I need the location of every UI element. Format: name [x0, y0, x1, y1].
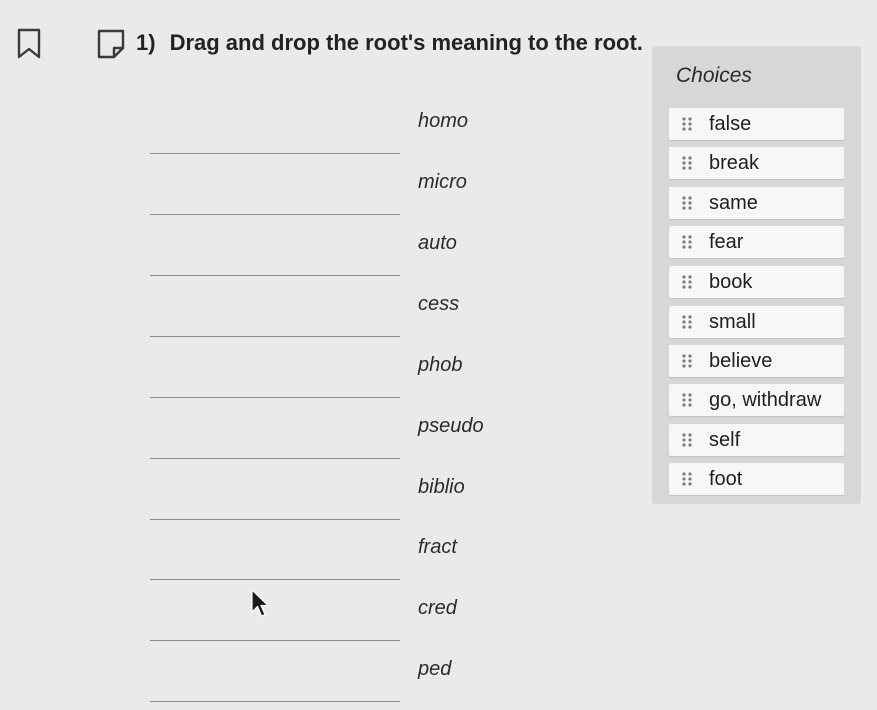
drag-handle-icon: [682, 196, 692, 210]
drag-handle-icon: [682, 235, 692, 249]
choice-label: self: [709, 428, 741, 451]
choice-item[interactable]: foot: [669, 463, 844, 495]
choices-panel: Choices false break same fear book small…: [652, 46, 861, 504]
choice-label: fear: [709, 230, 744, 253]
mouse-pointer-icon: [251, 589, 269, 617]
drop-zone[interactable]: [150, 701, 400, 702]
root-label: auto: [418, 232, 457, 254]
target-row: ped: [150, 650, 480, 710]
choice-label: false: [709, 112, 752, 135]
choice-item[interactable]: false: [669, 108, 844, 140]
drag-handle-icon: [682, 117, 692, 131]
choice-item[interactable]: fear: [669, 226, 844, 258]
choice-label: foot: [709, 467, 743, 490]
target-row: cess: [150, 285, 480, 345]
drop-zone[interactable]: [150, 579, 400, 580]
drop-zone[interactable]: [150, 519, 400, 520]
target-row: homo: [150, 102, 480, 162]
root-label: fract: [418, 536, 457, 558]
choice-item[interactable]: break: [669, 147, 844, 179]
choice-label: small: [709, 310, 756, 333]
choice-label: break: [709, 151, 760, 174]
target-row: fract: [150, 528, 480, 588]
drop-zone[interactable]: [150, 458, 400, 459]
drop-targets: homo micro auto cess phob pseudo biblio …: [0, 0, 640, 702]
drag-handle-icon: [682, 393, 692, 407]
choice-item[interactable]: self: [669, 424, 844, 456]
drag-handle-icon: [682, 315, 692, 329]
drag-handle-icon: [682, 472, 692, 486]
choice-label: believe: [709, 349, 773, 372]
target-row: cred: [150, 589, 480, 649]
target-row: pseudo: [150, 407, 484, 467]
root-label: micro: [418, 171, 467, 193]
drag-handle-icon: [682, 275, 692, 289]
root-label: ped: [418, 658, 452, 680]
choice-label: book: [709, 270, 753, 293]
choices-title: Choices: [676, 64, 752, 87]
drop-zone[interactable]: [150, 397, 400, 398]
choice-label: same: [709, 191, 758, 214]
root-label: cred: [418, 597, 457, 619]
drag-handle-icon: [682, 354, 692, 368]
drop-zone[interactable]: [150, 275, 400, 276]
choice-item[interactable]: believe: [669, 345, 844, 377]
root-label: biblio: [418, 476, 465, 498]
choice-item[interactable]: go, withdraw: [669, 384, 844, 416]
target-row: phob: [150, 346, 480, 406]
root-label: phob: [418, 354, 463, 376]
choice-item[interactable]: small: [669, 306, 844, 338]
root-label: pseudo: [418, 415, 484, 437]
drag-handle-icon: [682, 156, 692, 170]
choice-label: go, withdraw: [709, 388, 822, 411]
drop-zone[interactable]: [150, 214, 400, 215]
drop-zone[interactable]: [150, 153, 400, 154]
root-label: cess: [418, 293, 460, 315]
drag-handle-icon: [682, 433, 692, 447]
root-label: homo: [418, 110, 469, 132]
drop-zone[interactable]: [150, 336, 400, 337]
target-row: micro: [150, 163, 480, 223]
choice-item[interactable]: book: [669, 266, 844, 298]
drop-zone[interactable]: [150, 640, 400, 641]
target-row: auto: [150, 224, 480, 284]
choice-item[interactable]: same: [669, 187, 844, 219]
target-row: biblio: [150, 468, 480, 528]
